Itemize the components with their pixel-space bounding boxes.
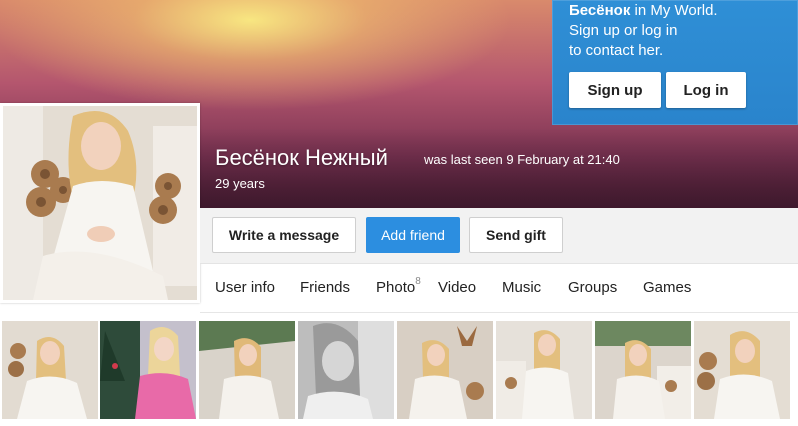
photo-thumbnail[interactable] [2, 321, 98, 419]
promo-text: Бесёнок in My World. Sign up or log in t… [569, 1, 789, 61]
signup-promo: Бесёнок in My World. Sign up or log in t… [552, 0, 798, 125]
photo-thumbnail[interactable] [694, 321, 790, 419]
photo-thumbnail[interactable] [298, 321, 394, 419]
promo-line3: to contact her. [569, 42, 664, 59]
send-gift-button[interactable]: Send gift [469, 217, 563, 253]
promo-line2: Sign up or log in [569, 22, 678, 39]
tab-games[interactable]: Games [643, 279, 691, 296]
avatar-photo [3, 106, 197, 300]
tab-groups[interactable]: Groups [568, 279, 617, 296]
photo-strip [0, 321, 798, 419]
signup-button[interactable]: Sign up [569, 72, 661, 108]
last-seen-status: was last seen 9 February at 21:40 [424, 152, 620, 167]
tabs-divider [200, 312, 798, 313]
photo-thumbnail[interactable] [199, 321, 295, 419]
avatar[interactable] [0, 103, 200, 303]
photo-thumbnail[interactable] [397, 321, 493, 419]
photo-thumbnail[interactable] [100, 321, 196, 419]
tab-music[interactable]: Music [502, 279, 541, 296]
photo-thumbnail[interactable] [595, 321, 691, 419]
profile-name: Бесёнок Нежный [215, 145, 388, 170]
add-friend-button[interactable]: Add friend [366, 217, 460, 253]
promo-username: Бесёнок [569, 2, 631, 19]
login-button[interactable]: Log in [666, 72, 746, 108]
tab-video[interactable]: Video [438, 279, 476, 296]
tab-user-info[interactable]: User info [215, 279, 275, 296]
profile-age: 29 years [215, 176, 265, 191]
tab-friends[interactable]: Friends [300, 279, 350, 296]
tab-photo-label: Photo [376, 279, 416, 296]
promo-line1: in My World. [630, 2, 718, 19]
write-message-button[interactable]: Write a message [212, 217, 356, 253]
photo-count: 8 [415, 276, 421, 287]
photo-thumbnail[interactable] [496, 321, 592, 419]
tab-photo[interactable]: Photo8 [376, 276, 421, 296]
